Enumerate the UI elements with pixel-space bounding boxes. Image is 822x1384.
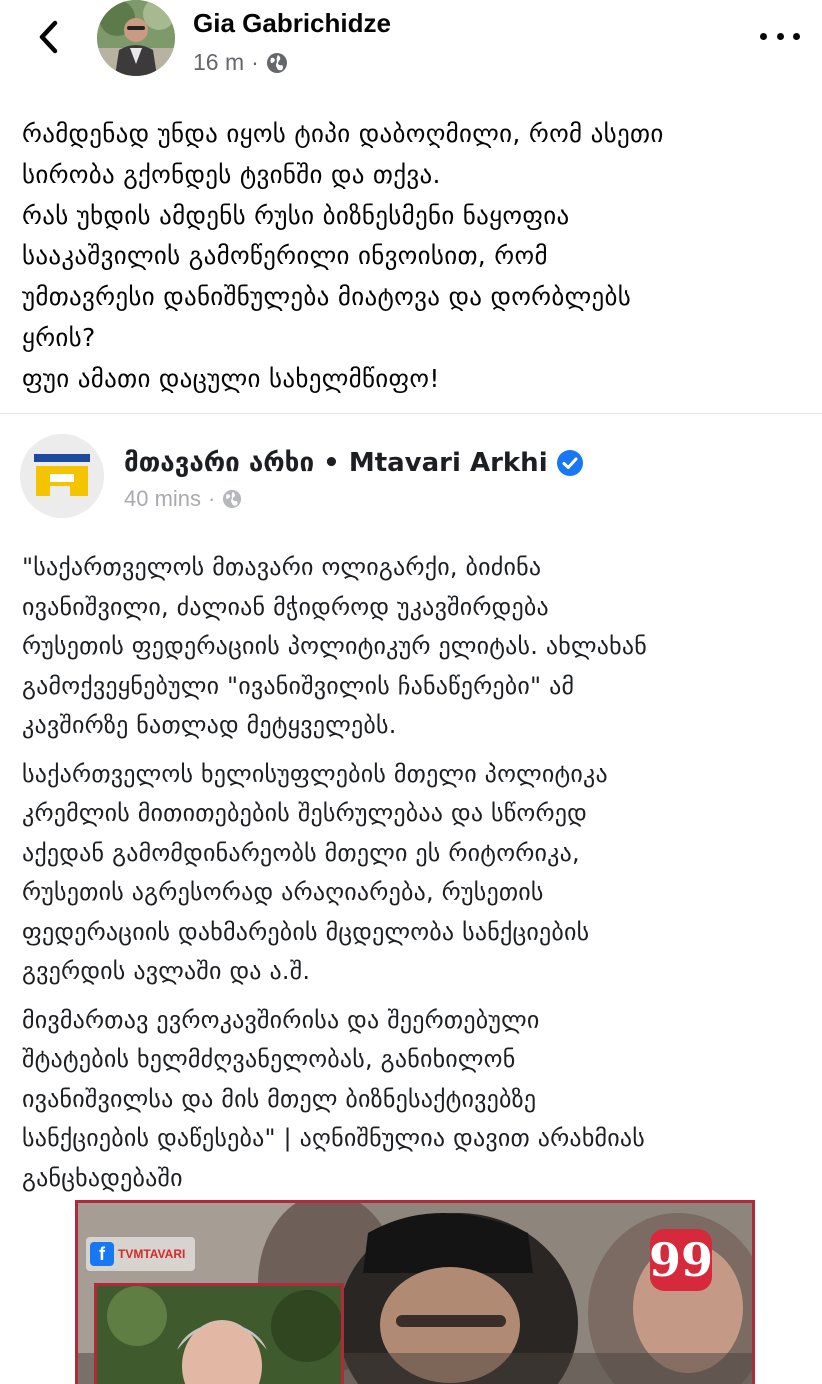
more-dot — [793, 32, 800, 40]
post-line: ფუი ამათი დაცული სახელმწიფო! — [22, 363, 440, 393]
post-line: ყრის? — [22, 322, 96, 352]
author-name[interactable]: Gia Gabrichidze — [193, 8, 391, 39]
shared-line: ივანიშვილსა და მის მთელ ბიზნესაქტივებზე — [22, 1084, 537, 1113]
post-text: რამდენად უნდა იყოს ტიპი დაბოღმილი, რომ ა… — [22, 114, 802, 400]
verified-badge-icon — [556, 450, 583, 476]
meta-separator: · — [208, 486, 216, 511]
more-dot — [760, 32, 767, 40]
shared-page-name-text[interactable]: მთავარი არხი • Mtavari Arkhi — [124, 448, 548, 478]
shared-line: "საქართველოს მთავარი ოლიგარქი, ბიძინა — [22, 553, 542, 581]
shared-line: რუსეთის ფედერაციის პოლიტიკურ ელიტას. ახლ… — [22, 632, 648, 660]
back-button[interactable] — [30, 16, 66, 58]
tv-badge-text: TVMTAVARI — [118, 1247, 186, 1261]
post-line: სააკაშვილის გამოწერილი ინვოისით, რომ — [22, 241, 548, 271]
shared-page-name[interactable]: მთავარი არხი • Mtavari Arkhi — [124, 448, 584, 478]
more-dot — [776, 32, 784, 40]
shared-paragraph: მივმართავ ევროკავშირისა და შეერთებული შტ… — [22, 1001, 812, 1199]
shared-line: გამოქვეყნებული "ივანიშვილის ჩანაწერები" … — [22, 671, 575, 700]
shared-paragraph: "საქართველოს მთავარი ოლიგარქი, ბიძინა ივ… — [22, 548, 812, 746]
shared-line: კრემლის მითითებების შესრულებაა და სწორედ — [22, 799, 587, 827]
shared-meta: 40 mins · — [124, 486, 242, 512]
shared-line: მივმართავ ევროკავშირისა და შეერთებული — [22, 1005, 540, 1034]
globe-icon — [266, 52, 287, 73]
shared-line: შტატების ხელმძღვანელობას, განიხილონ — [22, 1045, 516, 1073]
shared-line: საქართველოს ხელისუფლების მთელი პოლიტიკა — [22, 759, 608, 788]
back-chevron-icon — [39, 20, 58, 54]
shared-line: რუსეთის აგრესორად არაღიარება, რუსეთის — [22, 878, 544, 906]
globe-icon — [223, 489, 242, 509]
shared-line: სანქციების დაწესება" | აღნიშნულია დავით … — [22, 1124, 646, 1152]
shared-line: ივანიშვილი, ძალიან მჭიდროდ უკავშირდება — [22, 592, 549, 621]
quote-icon: 99 — [649, 1229, 713, 1291]
post-line: სირობა გქონდეს ტვინში და თქვა. — [22, 159, 441, 189]
shared-line: გვერდის ავლაში და ა.შ. — [22, 957, 311, 985]
author-avatar[interactable] — [97, 0, 175, 76]
shared-line: აქედან გამომდინარეობს მთელი ეს რიტორიკა, — [22, 838, 580, 867]
shared-line: კავშირზე ნათლად მეტყველებს. — [22, 711, 397, 739]
shared-line: განცხადებაში — [22, 1163, 183, 1192]
post-line: უმთავრესი დანიშნულება მიატოვა და დორბლებ… — [22, 282, 632, 312]
shared-timestamp[interactable]: 40 mins — [124, 486, 201, 512]
tv-badge: f TVMTAVARI — [86, 1237, 196, 1271]
post-line: რამდენად უნდა იყოს ტიპი დაბოღმილი, რომ ა… — [22, 119, 664, 148]
meta-separator: · — [251, 49, 259, 75]
page-logo[interactable] — [20, 434, 104, 518]
shared-post-text: "საქართველოს მთავარი ოლიგარქი, ბიძინა ივ… — [22, 548, 812, 1207]
divider — [0, 413, 822, 414]
shared-post-header: მთავარი არხი • Mtavari Arkhi 40 mins · — [0, 430, 822, 530]
shared-image[interactable]: f TVMTAVARI 99 — [75, 1200, 755, 1384]
post-meta: 16 m · — [193, 49, 288, 76]
inset-photo — [94, 1283, 344, 1384]
shared-paragraph: საქართველოს ხელისუფლების მთელი პოლიტიკა … — [22, 755, 812, 992]
post-header: Gia Gabrichidze 16 m · — [0, 0, 822, 90]
post-timestamp[interactable]: 16 m — [193, 49, 244, 76]
facebook-icon: f — [90, 1242, 114, 1266]
post-line: რას უხდის ამდენს რუსი ბიზნესმენი ნაყოფია — [22, 200, 570, 230]
more-options-button[interactable] — [760, 24, 800, 48]
shared-line: ფედერაციის დახმარების მცდელობა სანქციები… — [22, 917, 590, 946]
